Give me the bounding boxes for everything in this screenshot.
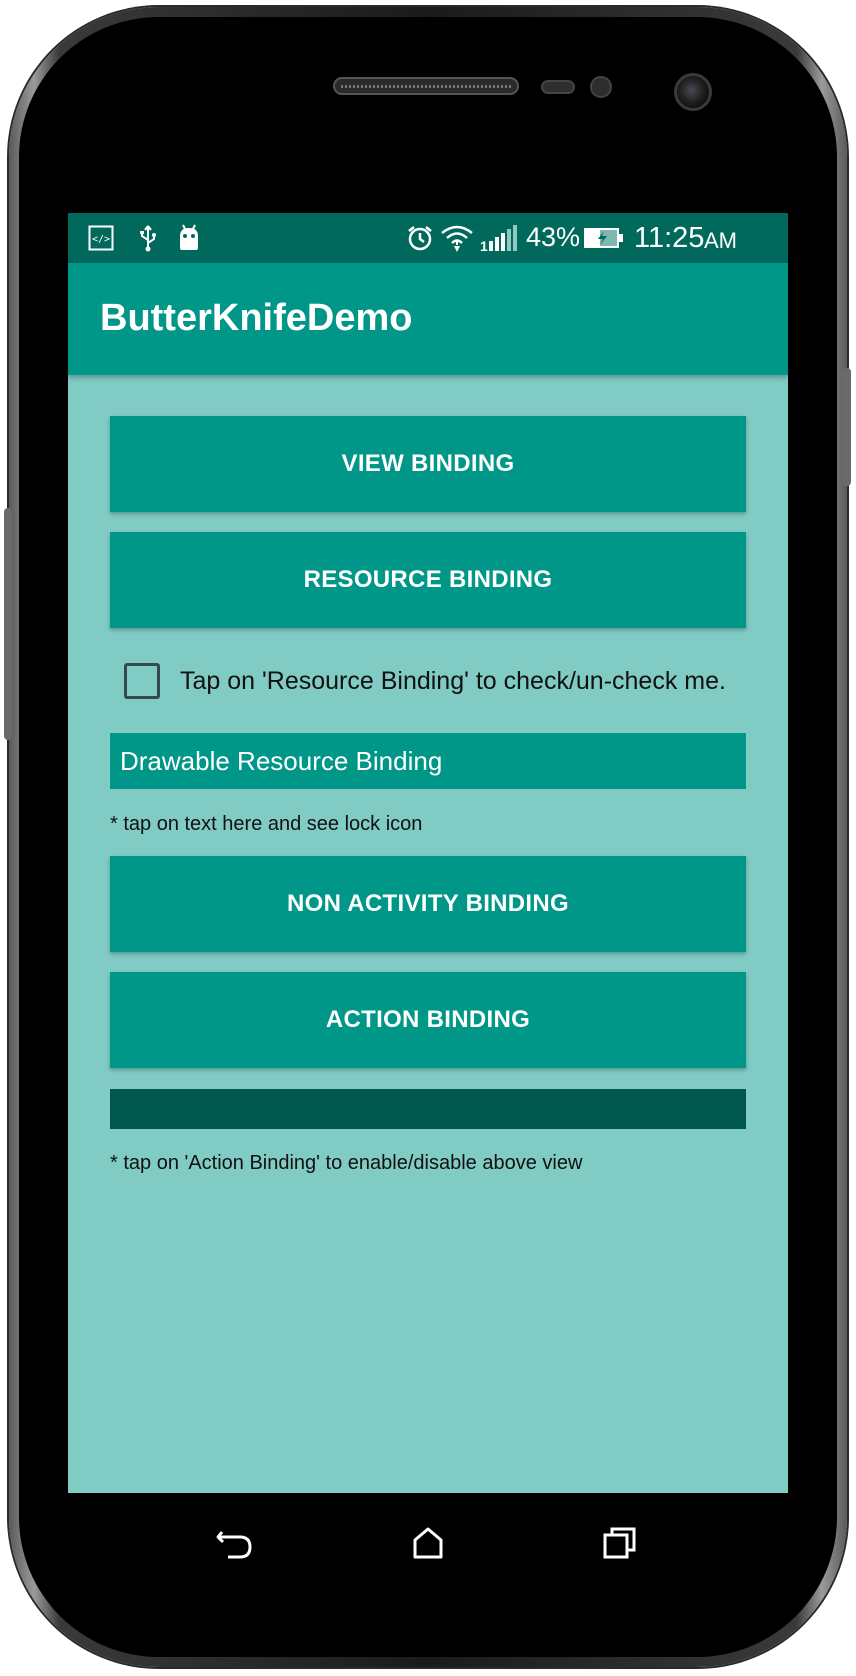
battery-charging-icon (584, 223, 624, 253)
drawable-hint: * tap on text here and see lock icon (110, 813, 423, 835)
navigation-bar (68, 1493, 788, 1593)
clock-time: 11:25 (634, 222, 705, 254)
action-hint: * tap on 'Action Binding' to enable/disa… (110, 1152, 583, 1174)
svg-text:</>: </> (92, 234, 110, 245)
back-icon[interactable] (212, 1521, 256, 1565)
alarm-icon (406, 223, 434, 253)
screen: </> 1 43% 11:25 AM ButterKnifeDemo VIEW … (68, 213, 788, 1493)
svg-text:1: 1 (480, 238, 488, 253)
battery-percent: 43% (526, 222, 581, 252)
earpiece-speaker (333, 77, 519, 95)
toggleable-view[interactable] (110, 1089, 746, 1129)
view-binding-button[interactable]: VIEW BINDING (110, 416, 746, 512)
front-camera (674, 73, 712, 111)
code-icon: </> (88, 223, 114, 253)
signal-icon: 1 (480, 223, 520, 253)
action-binding-button[interactable]: ACTION BINDING (110, 972, 746, 1068)
clock-ampm: AM (704, 228, 737, 253)
non-activity-binding-button[interactable]: NON ACTIVITY BINDING (110, 856, 746, 952)
power-button (843, 368, 851, 486)
resource-binding-button[interactable]: RESOURCE BINDING (110, 532, 746, 628)
checkbox-label: Tap on 'Resource Binding' to check/un-ch… (180, 666, 726, 695)
light-sensor (590, 76, 612, 98)
checkbox-row[interactable]: Tap on 'Resource Binding' to check/un-ch… (124, 661, 726, 701)
drawable-resource-text[interactable]: Drawable Resource Binding (110, 733, 746, 789)
app-title: ButterKnifeDemo (100, 297, 413, 339)
app-bar: ButterKnifeDemo (68, 263, 788, 375)
usb-icon (138, 223, 158, 253)
wifi-icon (440, 223, 474, 253)
resource-checkbox[interactable] (124, 663, 160, 699)
volume-button (4, 508, 12, 740)
recents-icon[interactable] (598, 1521, 642, 1565)
home-icon[interactable] (406, 1521, 450, 1565)
status-bar: </> 1 43% 11:25 AM (68, 213, 788, 263)
proximity-sensor (541, 80, 575, 94)
android-debug-icon (176, 223, 202, 253)
